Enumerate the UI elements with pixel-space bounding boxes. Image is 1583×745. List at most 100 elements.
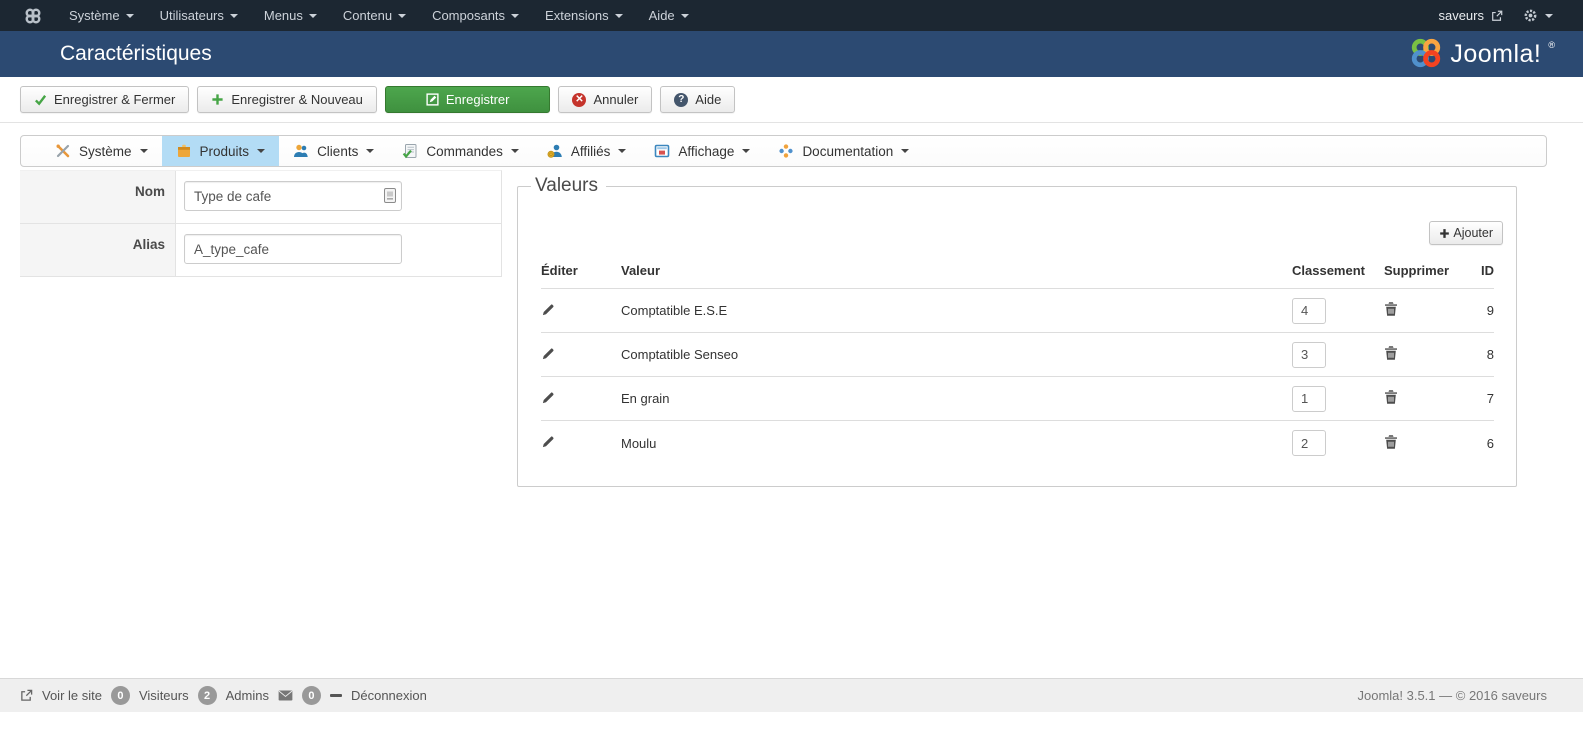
site-preview-link[interactable]: saveurs: [1438, 8, 1503, 23]
topbar-right: saveurs: [1438, 0, 1553, 31]
value-row: Moulu 6: [541, 421, 1494, 465]
messages-count-badge[interactable]: 0: [301, 686, 321, 705]
classement-input[interactable]: [1292, 341, 1326, 368]
add-value-button[interactable]: Ajouter: [1429, 221, 1503, 245]
edit-value-button[interactable]: [541, 390, 556, 405]
value-id: 8: [1486, 347, 1494, 362]
delete-value-button[interactable]: [1384, 389, 1398, 405]
chevron-down-icon: [366, 149, 375, 153]
logout-link[interactable]: Déconnexion: [351, 688, 427, 703]
menubar-label: Produits: [199, 143, 250, 159]
characteristic-form: Nom Alias: [20, 170, 502, 277]
topnav-label: Système: [69, 8, 120, 23]
edit-value-button[interactable]: [541, 434, 556, 449]
chevron-down-icon: [742, 149, 751, 153]
value-text: Comptatible Senseo: [621, 347, 739, 362]
menubar-item-affilies[interactable]: Affiliés: [533, 136, 641, 166]
envelope-icon: [278, 690, 293, 701]
value-row: Comptatible Senseo 8: [541, 333, 1494, 377]
topnav-item-systeme[interactable]: Système: [56, 8, 147, 23]
button-label: Aide: [695, 92, 722, 107]
box-icon: [176, 143, 192, 159]
joomla-logo-text: Joomla!: [1450, 40, 1542, 68]
alias-input[interactable]: [184, 234, 402, 264]
topbar-left: Système Utilisateurs Menus Contenu Compo…: [0, 0, 702, 31]
topnav-item-utilisateurs[interactable]: Utilisateurs: [147, 8, 251, 23]
top-menu: Système Utilisateurs Menus Contenu Compo…: [56, 8, 702, 23]
affiliate-icon: [547, 143, 563, 159]
admins-count-badge[interactable]: 2: [197, 686, 217, 705]
delete-value-button[interactable]: [1384, 345, 1398, 361]
value-id: 7: [1486, 391, 1494, 406]
translate-icon[interactable]: [384, 188, 396, 203]
chevron-down-icon: [1545, 13, 1553, 18]
logout-dash-icon: [329, 694, 342, 697]
values-table: Éditer Valeur Classement Supprimer ID Co…: [541, 263, 1494, 465]
delete-value-button[interactable]: [1384, 301, 1398, 317]
chevron-down-icon: [139, 149, 148, 153]
menubar-item-produits[interactable]: Produits: [161, 136, 280, 166]
topnav-item-contenu[interactable]: Contenu: [330, 8, 419, 23]
topnav-item-composants[interactable]: Composants: [419, 8, 532, 23]
main-content: Nom Alias: [0, 167, 1583, 683]
save-close-button[interactable]: Enregistrer & Fermer: [20, 86, 190, 113]
visitors-count-badge[interactable]: 0: [110, 686, 130, 705]
admins-link[interactable]: Admins: [226, 688, 269, 703]
menubar-item-affichage[interactable]: Affichage: [640, 136, 764, 166]
view-site-link[interactable]: Voir le site: [42, 688, 102, 703]
topnav-label: Composants: [432, 8, 506, 23]
classement-input[interactable]: [1292, 297, 1326, 324]
menubar-item-systeme[interactable]: Système: [41, 136, 162, 166]
menubar-item-documentation[interactable]: Documentation: [764, 136, 923, 166]
pencil-icon: [541, 436, 556, 452]
topnav-label: Menus: [263, 8, 303, 23]
menubar-item-clients[interactable]: Clients: [279, 136, 388, 166]
classement-input[interactable]: [1292, 430, 1326, 456]
joomla-icon[interactable]: [24, 7, 42, 25]
external-link-icon: [1491, 10, 1503, 22]
cancel-icon: ✕: [572, 92, 587, 107]
value-row: Comptatible E.S.E 9: [541, 289, 1494, 333]
user-icon: [293, 143, 309, 159]
visitors-link[interactable]: Visiteurs: [139, 688, 189, 703]
trash-icon: [1384, 346, 1398, 364]
button-label: Enregistrer & Fermer: [54, 92, 176, 107]
nom-input[interactable]: [184, 181, 402, 211]
topnav-item-aide[interactable]: Aide: [636, 8, 702, 23]
chevron-down-icon: [510, 149, 519, 153]
button-label: Annuler: [593, 92, 639, 107]
value-text: Comptatible E.S.E: [621, 303, 728, 318]
save-button[interactable]: Enregistrer: [384, 86, 551, 113]
header-classement: Classement: [1292, 263, 1365, 278]
menubar-label: Commandes: [426, 143, 503, 159]
help-button[interactable]: ? Aide: [660, 86, 736, 113]
form-row-alias: Alias: [20, 224, 501, 277]
pencil-icon: [541, 347, 556, 364]
delete-value-button[interactable]: [1384, 434, 1398, 450]
topnav-label: Contenu: [342, 8, 393, 23]
save-new-button[interactable]: Enregistrer & Nouveau: [197, 86, 377, 113]
orders-icon: [402, 143, 418, 159]
cancel-button[interactable]: ✕ Annuler: [558, 86, 653, 113]
chevron-down-icon: [257, 149, 266, 153]
topnav-item-menus[interactable]: Menus: [251, 8, 330, 23]
menubar-label: Clients: [317, 143, 359, 159]
component-menubar: Système Produits Clients Commandes Affil…: [20, 135, 1547, 167]
check-icon: [34, 93, 47, 106]
chevron-down-icon: [229, 13, 238, 18]
menubar-item-commandes[interactable]: Commandes: [388, 136, 533, 166]
edit-value-button[interactable]: [541, 346, 556, 361]
classement-input[interactable]: [1292, 385, 1326, 412]
chevron-down-icon: [618, 149, 627, 153]
trash-icon: [1384, 302, 1398, 320]
topnav-item-extensions[interactable]: Extensions: [532, 8, 636, 23]
value-row: En grain 7: [541, 377, 1494, 421]
edit-value-button[interactable]: [541, 302, 556, 317]
header-id: ID: [1481, 263, 1494, 278]
chevron-down-icon: [614, 13, 623, 18]
gear-menu[interactable]: [1523, 8, 1553, 23]
help-icon: ?: [674, 92, 689, 107]
value-id: 6: [1486, 435, 1494, 451]
chevron-down-icon: [901, 149, 910, 153]
form-row-nom: Nom: [20, 171, 501, 224]
